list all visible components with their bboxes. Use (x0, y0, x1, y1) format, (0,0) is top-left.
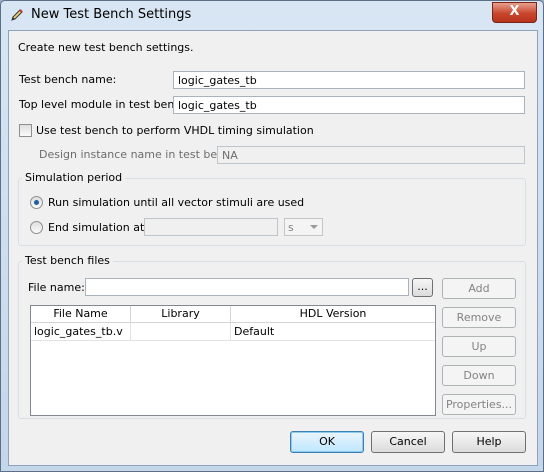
intro-text: Create new test bench settings. (18, 41, 194, 54)
files-table: File Name Library HDL Version logic_gate… (30, 305, 436, 416)
time-unit-select[interactable]: s (284, 218, 323, 236)
cancel-button[interactable]: Cancel (371, 431, 445, 453)
column-header-file-name[interactable]: File Name (31, 306, 131, 323)
close-button[interactable]: X (492, 2, 537, 23)
time-unit-value: s (288, 221, 294, 234)
dialog-body: Create new test bench settings. Test ben… (8, 30, 538, 466)
down-button[interactable]: Down (442, 365, 516, 386)
window-title: New Test Bench Settings (31, 7, 192, 22)
file-name-input[interactable] (85, 278, 409, 296)
design-instance-input[interactable]: NA (217, 146, 525, 164)
properties-button[interactable]: Properties... (442, 394, 516, 415)
top-level-module-label: Top level module in test bench: (19, 98, 192, 111)
dialog-window: New Test Bench Settings X Create new tes… (0, 0, 544, 472)
end-at-radio[interactable] (30, 221, 43, 234)
run-all-label: Run simulation until all vector stimuli … (48, 196, 305, 209)
run-all-radio[interactable] (30, 196, 43, 209)
browse-button[interactable]: ... (412, 278, 433, 297)
end-at-input[interactable] (144, 218, 278, 236)
table-cell-hdl[interactable]: Default (231, 323, 435, 341)
chevron-down-icon (310, 225, 318, 229)
help-button[interactable]: Help (452, 431, 526, 453)
table-cell-file[interactable]: logic_gates_tb.v (31, 323, 131, 341)
test-bench-name-label: Test bench name: (19, 73, 117, 86)
remove-button[interactable]: Remove (442, 307, 516, 328)
vhdl-timing-checkbox[interactable] (19, 124, 32, 137)
vhdl-timing-label: Use test bench to perform VHDL timing si… (36, 124, 314, 137)
test-bench-files-title: Test bench files (22, 254, 113, 267)
file-name-label: File name: (28, 281, 85, 294)
title-bar[interactable]: New Test Bench Settings X (1, 1, 543, 29)
design-instance-label: Design instance name in test bench: (39, 148, 241, 161)
column-header-hdl-version[interactable]: HDL Version (231, 306, 435, 323)
simulation-period-title: Simulation period (22, 171, 126, 184)
top-level-module-input[interactable]: logic_gates_tb (173, 96, 525, 114)
table-cell-library[interactable] (131, 323, 231, 341)
add-button[interactable]: Add (442, 278, 516, 299)
up-button[interactable]: Up (442, 336, 516, 357)
pencil-icon (11, 9, 23, 21)
test-bench-name-input[interactable]: logic_gates_tb (173, 71, 525, 89)
ok-button[interactable]: OK (290, 431, 364, 453)
end-at-label: End simulation at: (48, 221, 148, 234)
column-header-library[interactable]: Library (131, 306, 231, 323)
